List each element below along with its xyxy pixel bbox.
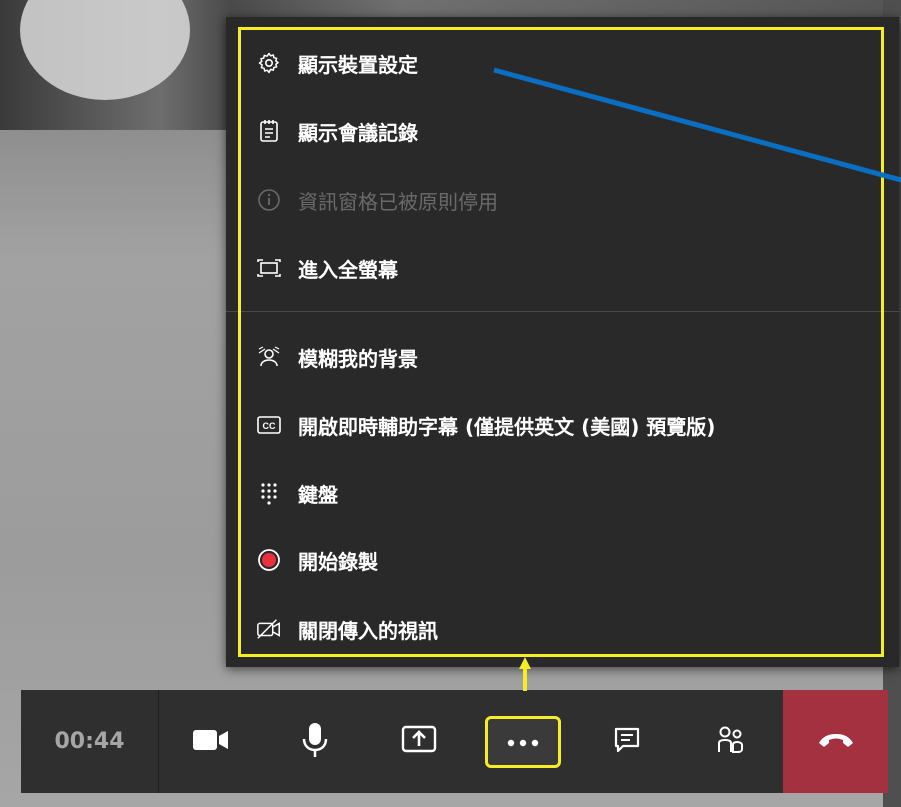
blur-background-icon xyxy=(256,344,282,370)
gear-icon xyxy=(256,50,282,76)
menu-divider xyxy=(226,311,899,312)
call-toolbar: 00:44 xyxy=(21,690,888,793)
keypad-icon xyxy=(256,480,282,506)
hang-up-button[interactable] xyxy=(783,690,888,793)
camera-icon xyxy=(191,727,231,757)
participants-icon xyxy=(715,724,747,760)
menu-item-blur-background[interactable]: 模糊我的背景 xyxy=(256,337,881,377)
menu-item-start-recording[interactable]: 開始錄製 xyxy=(256,540,881,580)
fullscreen-icon xyxy=(256,255,282,281)
notes-icon xyxy=(256,118,282,144)
hang-up-icon xyxy=(816,731,856,753)
menu-item-label: 關閉傳入的視訊 xyxy=(298,618,438,643)
call-timer: 00:44 xyxy=(21,690,159,793)
menu-item-label: 顯示會議記錄 xyxy=(298,120,418,145)
pointer-arrow xyxy=(519,657,531,691)
share-screen-icon xyxy=(401,724,437,760)
closed-captions-icon: CC xyxy=(256,412,282,438)
menu-item-turn-off-incoming-video[interactable]: 關閉傳入的視訊 xyxy=(256,609,881,649)
record-icon xyxy=(256,547,282,573)
chat-button[interactable] xyxy=(575,690,679,793)
menu-item-label: 開啟即時輔助字幕 (僅提供英文 (美國) 預覽版) xyxy=(298,414,716,439)
menu-item-label: 開始錄製 xyxy=(298,549,378,574)
microphone-button[interactable] xyxy=(263,690,367,793)
more-options-highlight xyxy=(485,715,561,768)
more-options-icon xyxy=(507,732,539,751)
menu-item-keypad[interactable]: 鍵盤 xyxy=(256,473,881,513)
menu-item-info-pane-disabled: 資訊窗格已被原則停用 xyxy=(256,180,881,220)
menu-item-live-captions[interactable]: CC 開啟即時輔助字幕 (僅提供英文 (美國) 預覽版) xyxy=(256,405,881,445)
menu-item-label: 資訊窗格已被原則停用 xyxy=(298,189,498,214)
more-options-button[interactable] xyxy=(471,690,575,793)
menu-item-label: 顯示裝置設定 xyxy=(298,52,418,77)
video-off-icon xyxy=(256,616,282,642)
camera-button[interactable] xyxy=(159,690,263,793)
share-screen-button[interactable] xyxy=(367,690,471,793)
menu-item-label: 鍵盤 xyxy=(298,482,338,507)
menu-item-device-settings[interactable]: 顯示裝置設定 xyxy=(256,43,881,83)
menu-item-fullscreen[interactable]: 進入全螢幕 xyxy=(256,248,881,288)
menu-item-meeting-notes[interactable]: 顯示會議記錄 xyxy=(256,111,881,151)
participants-button[interactable] xyxy=(679,690,783,793)
info-icon xyxy=(256,187,282,213)
menu-item-label: 模糊我的背景 xyxy=(298,346,418,371)
menu-item-label: 進入全螢幕 xyxy=(298,257,398,282)
microphone-icon xyxy=(301,721,329,763)
svg-text:CC: CC xyxy=(263,421,276,431)
chat-icon xyxy=(613,726,641,758)
